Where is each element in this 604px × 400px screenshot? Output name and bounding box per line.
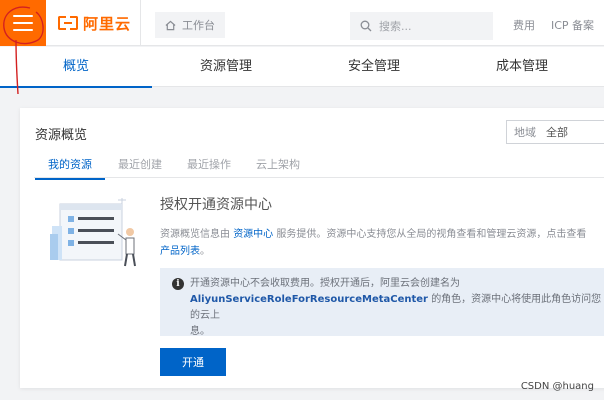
menu-icon[interactable]	[0, 0, 46, 46]
main-tabs: 概览 资源管理 安全管理 成本管理	[0, 47, 604, 88]
aliyun-logo[interactable]: 阿里云	[58, 0, 138, 46]
description: 资源概览信息由 资源中心 服务提供。资源中心支持您从全局的视角查看和管理云资源，…	[160, 226, 604, 260]
aliyun-logo-icon	[58, 16, 78, 30]
subtab-my-resources[interactable]: 我的资源	[35, 156, 105, 180]
logo-text: 阿里云	[83, 14, 132, 33]
top-bar: 阿里云 工作台 费用 ICP 备案	[0, 0, 604, 46]
role-name: AliyunServiceRoleForResourceMetaCenter	[190, 294, 428, 305]
tab-security-management[interactable]: 安全管理	[300, 47, 448, 87]
subtab-recent-operations[interactable]: 最近操作	[187, 156, 231, 172]
tab-overview[interactable]: 概览	[0, 47, 152, 88]
product-list-link[interactable]: 产品列表	[160, 246, 200, 257]
region-select[interactable]: 地域 全部	[506, 120, 604, 144]
desc-text: 服务提供。资源中心支持您从全局的视角查看和管理云资源，点击查看	[276, 229, 587, 240]
tab-resource-management[interactable]: 资源管理	[152, 47, 300, 87]
resource-center-link[interactable]: 资源中心	[233, 229, 273, 240]
workbench-label: 工作台	[182, 19, 215, 32]
card-title: 资源概览	[35, 128, 88, 143]
watermark: CSDN @huang	[520, 381, 594, 392]
resource-center-illustration	[50, 198, 136, 267]
info-icon: i	[172, 278, 184, 290]
nav-link-billing[interactable]: 费用	[513, 17, 535, 33]
divider	[140, 0, 141, 46]
panel-title: 授权开通资源中心	[160, 197, 272, 213]
region-label: 地域	[514, 126, 536, 139]
search-input[interactable]	[379, 19, 479, 33]
search-box[interactable]	[350, 12, 493, 40]
subtab-recently-created[interactable]: 最近创建	[118, 156, 162, 172]
sub-tabs: 我的资源 最近创建 最近操作 云上架构	[34, 148, 604, 180]
region-value: 全部	[546, 126, 568, 139]
info-line: 息。	[190, 326, 210, 337]
info-line: 开通资源中心不会收取费用。授权开通后，阿里云会创建名为	[190, 278, 460, 289]
desc-text: 。	[200, 246, 210, 257]
nav-link-icp[interactable]: ICP 备案	[551, 17, 594, 33]
resource-overview-card: 资源概览 地域 全部 我的资源 最近创建 最近操作 云上架构 授权开通资源中心 …	[20, 108, 604, 388]
workbench-button[interactable]: 工作台	[155, 12, 225, 38]
home-icon	[165, 20, 176, 30]
tab-cost-management[interactable]: 成本管理	[448, 47, 596, 87]
info-line: AliyunServiceRoleForResourceMetaCenter 的…	[190, 292, 604, 324]
info-notice: i 开通资源中心不会收取费用。授权开通后，阿里云会创建名为 AliyunServ…	[160, 268, 604, 337]
subtab-cloud-architecture[interactable]: 云上架构	[256, 156, 300, 172]
desc-text: 资源概览信息由	[160, 229, 230, 240]
search-icon	[360, 20, 372, 32]
activate-button[interactable]: 开通	[160, 348, 226, 376]
